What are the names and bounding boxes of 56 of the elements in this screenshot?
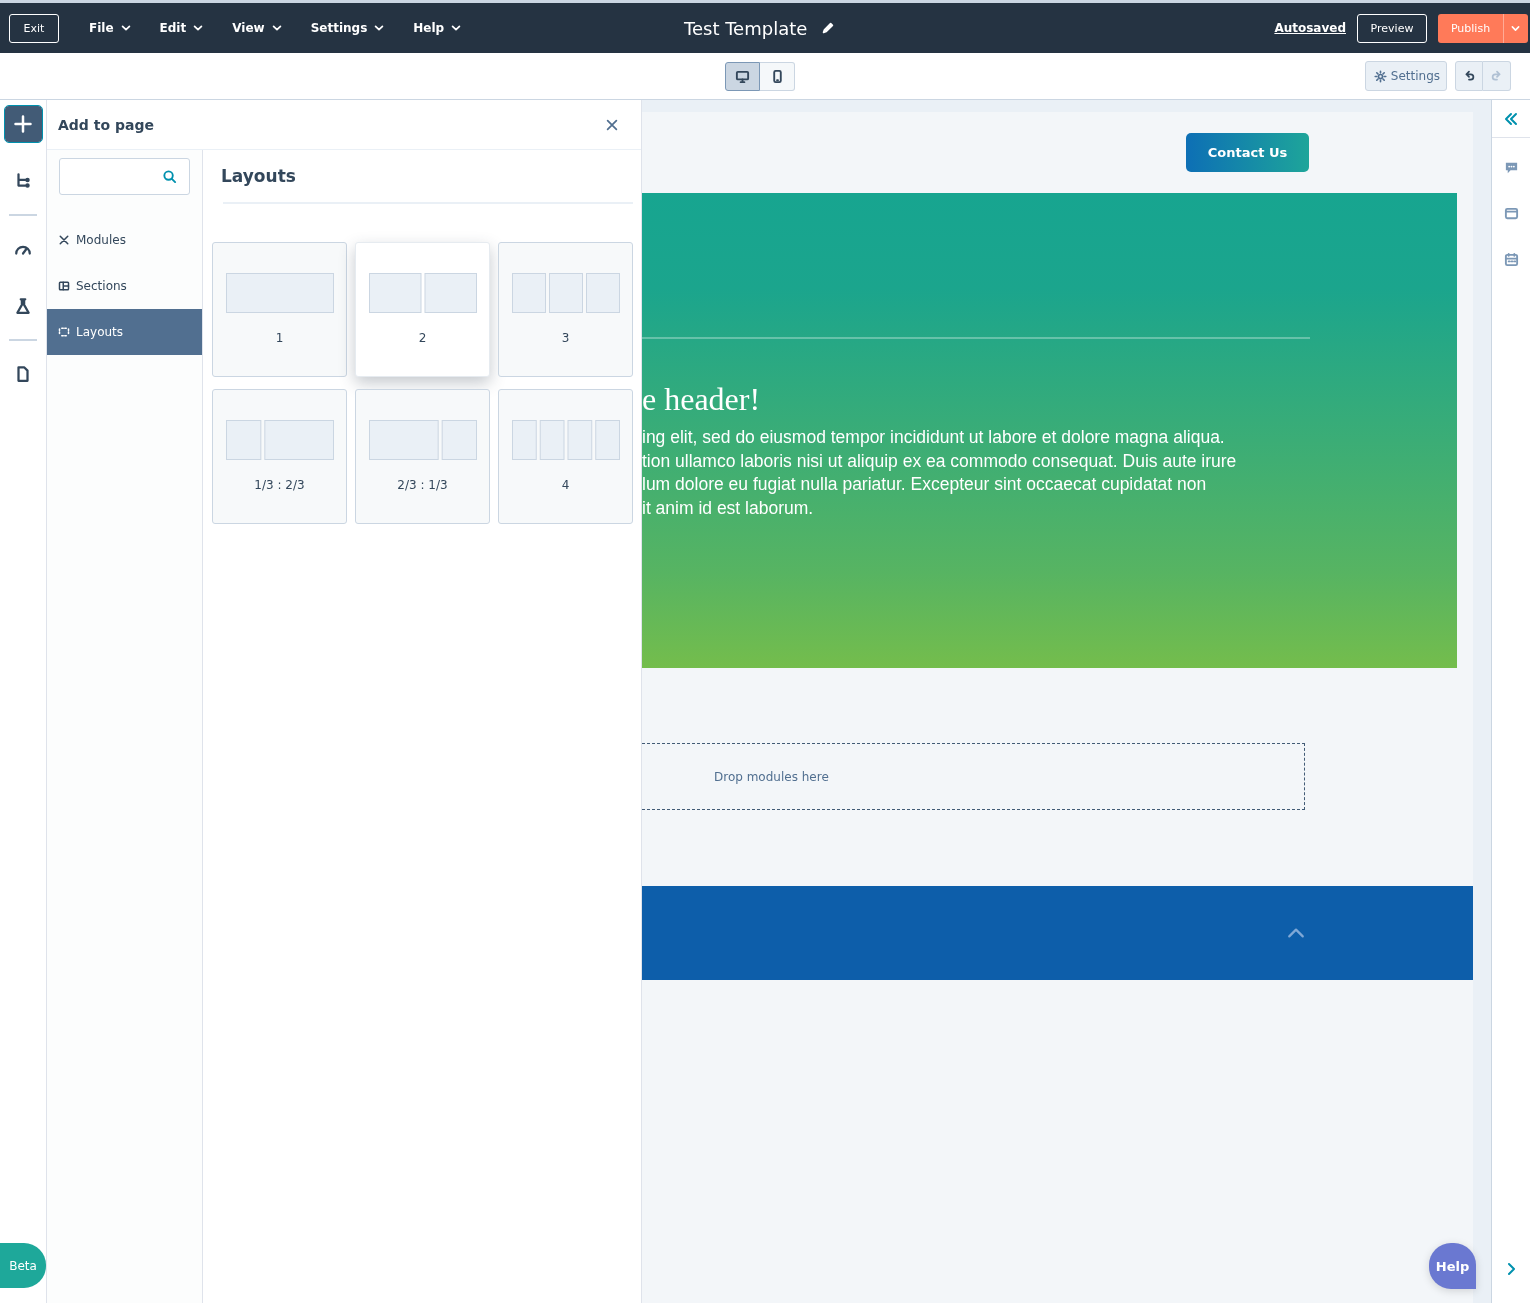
layout-card[interactable]: 4 (498, 389, 633, 524)
drop-zone-label: Drop modules here (714, 769, 829, 784)
nav-item[interactable]: Layouts (47, 309, 202, 355)
document-icon (14, 365, 32, 383)
column-layout-icon (225, 273, 334, 313)
menu-item[interactable]: Help (403, 15, 473, 41)
column-layout-icon (511, 420, 620, 460)
search-icon (162, 169, 177, 184)
exit-button[interactable]: Exit (9, 13, 59, 43)
publish-dropdown-button[interactable] (1504, 13, 1528, 43)
preview-button[interactable]: Preview (1357, 13, 1427, 43)
flask-icon (14, 297, 32, 315)
window-icon (1503, 206, 1519, 221)
double-chevron-icon (1503, 110, 1519, 127)
tree-icon (14, 172, 32, 190)
cross-icon (58, 234, 70, 246)
column-layout-icon (368, 420, 477, 460)
layout-card[interactable]: 2/3 : 1/3 (355, 389, 490, 524)
comment-icon (1503, 160, 1519, 175)
layout-card[interactable]: 3 (498, 242, 633, 377)
side-tool-button[interactable] (1503, 206, 1519, 221)
settings-button[interactable]: Settings (1364, 61, 1447, 91)
hero-text: ing elit, sed do eiusmod tempor incididunt ut labore et dolore magna aliqua. tion ullamco laboris nisi ut aliquip ex ea commodo consequat. Duis aute irure lum dolore eu fugiat nulla pariatur. Excepteur sint occaecat cupidatat non it anim id est laborum. (642, 426, 1238, 521)
undo-button[interactable] (1455, 61, 1483, 91)
document-title: Test Template (684, 17, 808, 39)
menu-item[interactable]: Settings (300, 15, 396, 41)
rail-button[interactable] (4, 106, 42, 142)
pencil-icon (821, 21, 836, 35)
monitor-icon (735, 68, 750, 84)
hero-heading: e header! (642, 380, 762, 419)
device-toggle[interactable] (760, 61, 795, 91)
menu-item[interactable]: View (222, 15, 293, 41)
nav-item[interactable]: Sections (47, 263, 202, 309)
side-tool-button[interactable] (1503, 160, 1519, 175)
settings-icon (1373, 69, 1387, 83)
autosaved-link[interactable]: Autosaved (1274, 21, 1346, 35)
search-field[interactable] (59, 158, 190, 195)
nav-item[interactable]: Modules (47, 217, 202, 263)
layout-card[interactable]: 2 (355, 242, 490, 377)
column-layout-icon (225, 420, 334, 460)
close-icon (605, 117, 619, 132)
section-heading: Layouts (220, 166, 297, 186)
column-layout-icon (368, 273, 477, 313)
menu-item[interactable]: Edit (149, 15, 215, 41)
layout-card[interactable]: 1/3 : 2/3 (212, 389, 347, 524)
menu-item[interactable]: File (79, 15, 142, 41)
dashed-frame-icon (58, 326, 70, 338)
device-toggle[interactable] (725, 61, 760, 91)
layout-icon (58, 280, 70, 292)
contact-button[interactable]: Contact Us (1186, 133, 1309, 172)
side-tool-button[interactable] (1503, 252, 1519, 267)
layout-card[interactable]: 1 (212, 242, 347, 377)
plus-icon (13, 114, 33, 134)
calendar-icon (1503, 252, 1519, 267)
panel-title: Add to page (58, 116, 154, 133)
column-layout-icon (511, 273, 620, 313)
